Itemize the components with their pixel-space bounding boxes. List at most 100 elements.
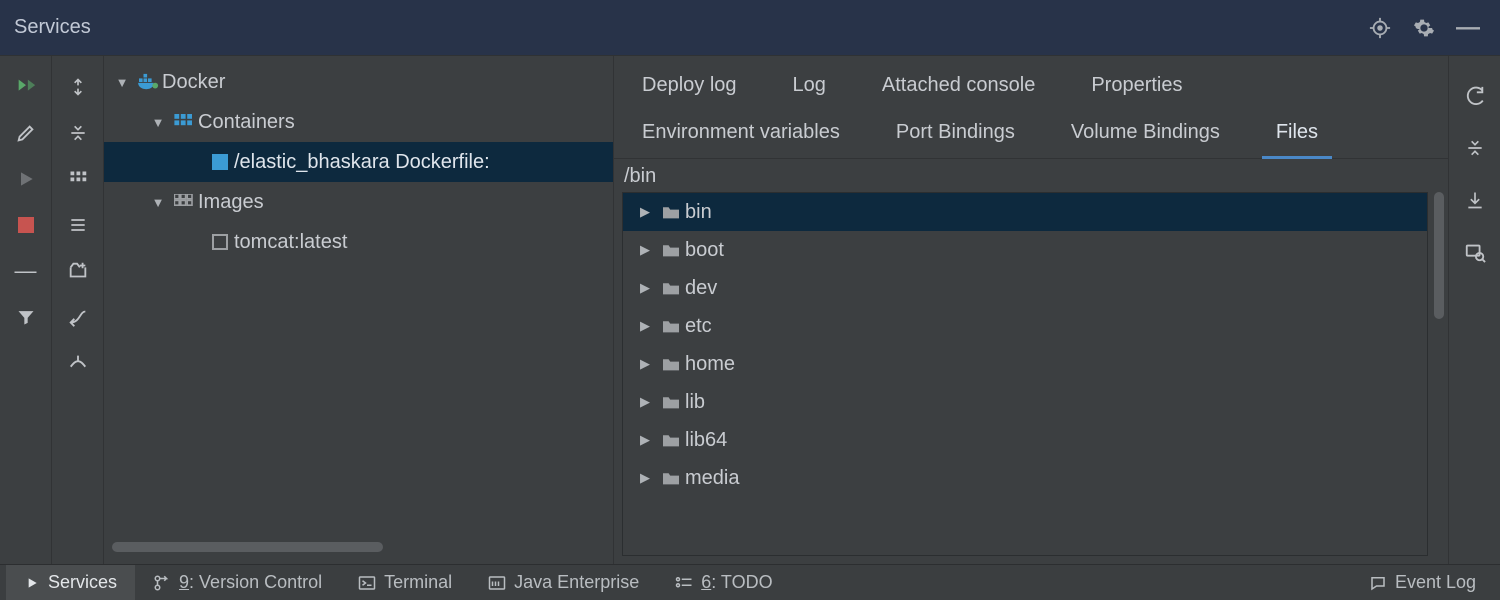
minimize-icon[interactable]: — (1450, 10, 1486, 46)
status-version-control[interactable]: 9: Version Control (135, 565, 340, 600)
tab-files[interactable]: Files (1248, 111, 1346, 158)
tree-node-image[interactable]: tomcat:latest (104, 222, 613, 262)
chevron-down-icon: ▼ (110, 75, 134, 90)
branch-split-icon[interactable] (60, 343, 96, 383)
chevron-right-icon: ▶ (633, 470, 657, 486)
gear-icon[interactable] (1406, 10, 1442, 46)
chevron-right-icon: ▶ (633, 432, 657, 448)
collapse-icon[interactable] (1457, 126, 1493, 170)
status-java-enterprise[interactable]: Java Enterprise (470, 565, 657, 600)
folder-icon (657, 280, 685, 296)
file-name: lib (685, 391, 705, 414)
chevron-right-icon: ▶ (633, 280, 657, 296)
left-toolbar-1: — (0, 56, 52, 564)
status-todo[interactable]: 6: TODO (657, 565, 790, 600)
file-name: bin (685, 201, 712, 224)
folder-icon (657, 394, 685, 410)
file-row[interactable]: ▶ boot (623, 231, 1427, 269)
tree-label: Docker (162, 71, 225, 94)
tab-log[interactable]: Log (765, 64, 854, 111)
file-name: dev (685, 277, 717, 300)
folder-icon (657, 318, 685, 334)
play-icon[interactable] (8, 159, 44, 199)
file-name: home (685, 353, 735, 376)
container-icon (206, 153, 234, 171)
horizontal-scrollbar[interactable] (112, 538, 605, 556)
grid-icon[interactable] (60, 159, 96, 199)
containers-icon (170, 114, 198, 130)
status-event-log[interactable]: Event Log (1351, 565, 1494, 600)
folder-icon (657, 204, 685, 220)
collapse-all-icon[interactable] (60, 113, 96, 153)
file-row[interactable]: ▶ media (623, 459, 1427, 497)
folder-icon (657, 356, 685, 372)
tree-label: /elastic_bhaskara Dockerfile: (234, 151, 490, 174)
list-icon[interactable] (60, 205, 96, 245)
tab-deploy-log[interactable]: Deploy log (614, 64, 765, 111)
tab-port-bindings[interactable]: Port Bindings (868, 111, 1043, 158)
expand-all-icon[interactable] (60, 67, 96, 107)
file-name: lib64 (685, 429, 727, 452)
chevron-down-icon: ▼ (146, 195, 170, 210)
file-row[interactable]: ▶ lib64 (623, 421, 1427, 459)
panel-title: Services (14, 16, 1354, 39)
stop-icon[interactable] (8, 205, 44, 245)
filter-icon[interactable] (8, 297, 44, 337)
inspect-icon[interactable] (1457, 230, 1493, 274)
tab-add-icon[interactable] (60, 251, 96, 291)
tab-attached-console[interactable]: Attached console (854, 64, 1063, 111)
chevron-right-icon: ▶ (633, 356, 657, 372)
chevron-right-icon: ▶ (633, 318, 657, 334)
status-label: 6: TODO (701, 572, 772, 593)
status-services[interactable]: Services (6, 565, 135, 600)
chevron-right-icon: ▶ (633, 242, 657, 258)
deploy-icon[interactable] (8, 67, 44, 107)
branch-left-icon[interactable] (60, 297, 96, 337)
image-icon (206, 233, 234, 251)
tab-env-vars[interactable]: Environment variables (614, 111, 868, 158)
tab-properties[interactable]: Properties (1063, 64, 1210, 111)
file-row[interactable]: ▶ dev (623, 269, 1427, 307)
tree-node-containers[interactable]: ▼ Containers (104, 102, 613, 142)
tree-label: Images (198, 191, 264, 214)
status-label: Event Log (1395, 572, 1476, 593)
right-toolbar (1448, 56, 1500, 564)
status-bar: Services 9: Version Control Terminal Jav… (0, 564, 1500, 600)
file-name: media (685, 467, 739, 490)
folder-icon (657, 470, 685, 486)
tree-node-images[interactable]: ▼ Images (104, 182, 613, 222)
folder-icon (657, 242, 685, 258)
tree-node-container[interactable]: /elastic_bhaskara Dockerfile: (104, 142, 613, 182)
chevron-right-icon: ▶ (633, 394, 657, 410)
file-row[interactable]: ▶ home (623, 345, 1427, 383)
folder-icon (657, 432, 685, 448)
tree-label: tomcat:latest (234, 231, 347, 254)
refresh-icon[interactable] (1457, 74, 1493, 118)
status-label: 9: Version Control (179, 572, 322, 593)
vertical-scrollbar[interactable] (1430, 192, 1448, 556)
file-name: boot (685, 239, 724, 262)
status-label: Services (48, 572, 117, 593)
tree-node-docker[interactable]: ▼ Docker (104, 62, 613, 102)
services-tree: ▼ Docker ▼ Containers (104, 56, 614, 564)
chevron-right-icon: ▶ (633, 204, 657, 220)
minus-icon[interactable]: — (8, 251, 44, 291)
left-toolbar-2 (52, 56, 104, 564)
status-label: Java Enterprise (514, 572, 639, 593)
tree-label: Containers (198, 111, 295, 134)
status-terminal[interactable]: Terminal (340, 565, 470, 600)
file-row[interactable]: ▶ etc (623, 307, 1427, 345)
tab-volume-bindings[interactable]: Volume Bindings (1043, 111, 1248, 158)
images-icon (170, 194, 198, 210)
file-row[interactable]: ▶ lib (623, 383, 1427, 421)
file-tree: ▶ bin ▶ boot ▶ dev (622, 192, 1428, 556)
status-label: Terminal (384, 572, 452, 593)
edit-icon[interactable] (8, 113, 44, 153)
chevron-down-icon: ▼ (146, 115, 170, 130)
file-row[interactable]: ▶ bin (623, 193, 1427, 231)
target-icon[interactable] (1362, 10, 1398, 46)
docker-icon (134, 73, 162, 91)
detail-tabs: Deploy log Log Attached console Properti… (614, 56, 1448, 159)
current-path: /bin (614, 159, 1448, 192)
download-icon[interactable] (1457, 178, 1493, 222)
